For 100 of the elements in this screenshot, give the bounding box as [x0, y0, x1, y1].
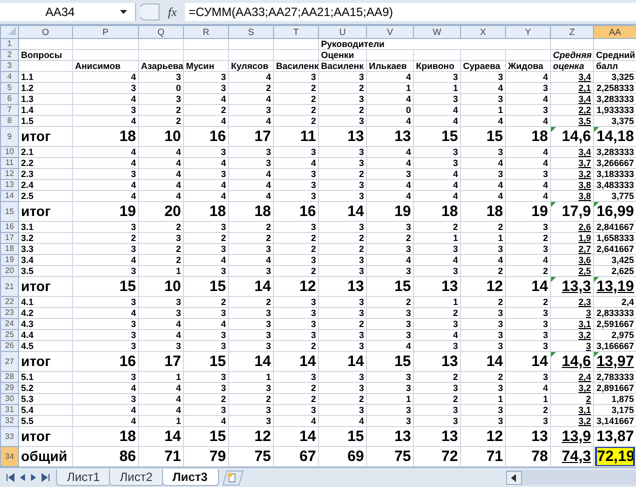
column-header[interactable]: S: [228, 26, 274, 38]
table-cell: 3: [406, 266, 411, 276]
dropdown-icon[interactable]: [120, 10, 127, 14]
column-header[interactable]: R: [184, 26, 228, 38]
row-number[interactable]: 6: [0, 94, 18, 104]
table-cell: 3: [358, 222, 364, 232]
column-header[interactable]: Z: [550, 26, 594, 38]
table-cell: 3: [452, 406, 458, 414]
row-number[interactable]: 7: [0, 104, 18, 116]
table-cell: 2.3: [21, 170, 34, 178]
column-header[interactable]: W: [414, 26, 460, 38]
table-cell: 0: [176, 84, 181, 92]
table-cell: 3: [406, 170, 411, 178]
first-sheet-icon[interactable]: [6, 473, 15, 482]
row-number[interactable]: 12: [0, 168, 18, 180]
row-number[interactable]: 2: [0, 50, 18, 60]
table-cell: 14: [299, 428, 316, 445]
row-number[interactable]: 22: [0, 296, 18, 308]
formula-field[interactable]: =СУММ(AA33;AA27;AA21;AA15;AA9): [184, 3, 636, 21]
table-cell: 17: [164, 353, 181, 370]
column-header[interactable]: U: [318, 26, 366, 38]
row-number[interactable]: 20: [0, 266, 18, 276]
table-cell: итог: [21, 203, 51, 219]
column-header[interactable]: P: [72, 26, 138, 38]
table-cell: 3: [358, 158, 364, 168]
row-number[interactable]: 25: [0, 330, 18, 340]
row-number[interactable]: 18: [0, 244, 18, 254]
table-cell: 14,18: [596, 128, 634, 145]
selected-cell[interactable]: 72,19: [596, 448, 634, 466]
row-number[interactable]: 19: [0, 254, 18, 266]
sheet-tab[interactable]: Лист3: [162, 469, 219, 486]
row-number[interactable]: 28: [0, 372, 18, 382]
table-cell: 3: [452, 148, 458, 156]
table-cell: Вопросы: [21, 50, 62, 60]
row-number[interactable]: 15: [0, 202, 18, 222]
row-number[interactable]: 1: [0, 38, 18, 50]
row-number[interactable]: 14: [0, 190, 18, 202]
row-number[interactable]: 31: [0, 404, 18, 416]
table-cell: 14: [164, 428, 181, 445]
row-number[interactable]: 13: [0, 180, 18, 190]
previous-sheet-icon[interactable]: [19, 473, 26, 482]
row-number[interactable]: 10: [0, 146, 18, 158]
table-cell: 3,8: [578, 192, 591, 200]
row-number[interactable]: 24: [0, 318, 18, 330]
row-number[interactable]: 5: [0, 82, 18, 94]
table-cell: 3: [130, 320, 136, 328]
table-cell: 2.1: [21, 148, 34, 156]
table-cell: 3: [310, 320, 316, 328]
row-number[interactable]: 17: [0, 232, 18, 244]
column-header[interactable]: T: [274, 26, 318, 38]
last-sheet-icon[interactable]: [41, 473, 50, 482]
table-cell: 2: [358, 244, 364, 254]
row-number[interactable]: 26: [0, 340, 18, 352]
table-cell: 1: [452, 84, 458, 92]
row-number[interactable]: 27: [0, 352, 18, 372]
column-header[interactable]: V: [366, 26, 414, 38]
table-cell: итог: [21, 278, 51, 294]
row-number[interactable]: 21: [0, 276, 18, 296]
table-cell: 3: [130, 244, 136, 254]
row-number[interactable]: 34: [0, 446, 18, 466]
row-number[interactable]: 32: [0, 416, 18, 426]
insert-sheet-icon[interactable]: [220, 470, 245, 486]
table-cell: 13: [441, 278, 458, 295]
row-number[interactable]: 29: [0, 382, 18, 394]
insert-function-button[interactable]: fx: [168, 4, 177, 20]
table-cell: 3: [130, 372, 136, 382]
next-sheet-icon[interactable]: [30, 473, 37, 482]
table-cell: 4.4: [21, 330, 34, 340]
column-header[interactable]: O: [18, 26, 72, 38]
table-cell: 2: [220, 298, 226, 306]
scroll-left-icon[interactable]: [506, 470, 522, 484]
row-number[interactable]: 30: [0, 394, 18, 404]
column-header[interactable]: Y: [506, 26, 550, 38]
table-cell: 3: [542, 170, 548, 178]
row-number[interactable]: 3: [0, 60, 18, 72]
table-cell: 4: [220, 192, 226, 200]
row-number[interactable]: 16: [0, 222, 18, 232]
sheet-tab[interactable]: Лист2: [108, 469, 164, 486]
row-number[interactable]: 33: [0, 426, 18, 446]
table-cell: 2: [176, 222, 181, 232]
row-number[interactable]: 8: [0, 116, 18, 126]
row-number[interactable]: 4: [0, 72, 18, 82]
column-header[interactable]: AA: [594, 26, 636, 38]
table-cell: 3: [266, 330, 271, 340]
table-cell: 3: [220, 244, 226, 254]
table-cell: 15: [394, 353, 411, 370]
table-cell: Мусин: [186, 61, 214, 71]
table-cell: 4: [266, 170, 271, 178]
row-number[interactable]: 23: [0, 308, 18, 318]
table-cell: 4: [130, 94, 136, 104]
column-header[interactable]: Q: [138, 26, 184, 38]
table-cell: 3: [358, 148, 364, 156]
sheet-tab[interactable]: Лист1: [56, 469, 111, 486]
column-header[interactable]: X: [460, 26, 506, 38]
resize-handle-icon[interactable]: [140, 3, 160, 21]
horizontal-scrollbar[interactable]: [506, 470, 636, 485]
row-number[interactable]: 9: [0, 126, 18, 146]
table-cell: 4: [406, 158, 411, 168]
row-number[interactable]: 11: [0, 158, 18, 168]
table-cell: Василенк: [321, 61, 364, 71]
